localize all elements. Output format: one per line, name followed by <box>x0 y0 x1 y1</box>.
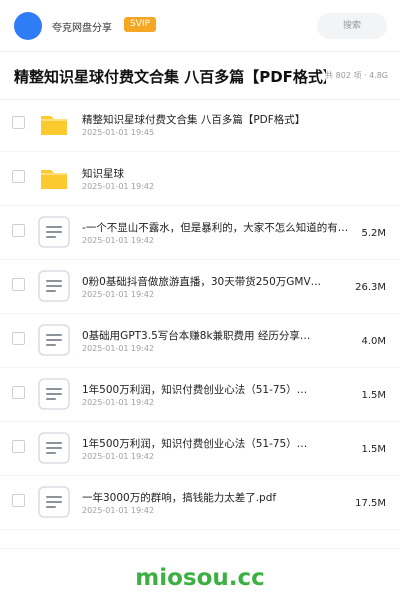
file-name[interactable]: -一个不显山不露水，但是暴利的，大家不怎么知道的有… <box>82 220 364 235</box>
file-date: 2025-01-01 19:42 <box>82 344 155 353</box>
row-checkbox[interactable] <box>12 170 25 183</box>
folder-icon <box>38 162 70 194</box>
row-checkbox[interactable] <box>12 386 25 399</box>
file-size: 1.5M <box>361 444 386 455</box>
file-row[interactable]: 0基础用GPT3.5写台本赚8k兼职费用 经历分享… 2025-01-01 19:… <box>0 314 400 368</box>
folder-icon <box>38 108 70 140</box>
file-date: 2025-01-01 19:42 <box>82 398 155 407</box>
site-name: 夸克网盘分享 <box>52 23 112 34</box>
row-checkbox[interactable] <box>12 224 25 237</box>
file-list: 精整知识星球付费文合集 八百多篇【PDF格式】 2025-01-01 19:45 知… <box>0 98 400 530</box>
folder-header: 精整知识星球付费文合集 八百多篇【PDF格式】 共 802 项 · 4.8G <box>0 52 400 100</box>
file-date: 2025-01-01 19:45 <box>82 128 155 137</box>
avatar[interactable] <box>14 12 42 40</box>
row-checkbox[interactable] <box>12 116 25 129</box>
footer: miosou.cc <box>0 548 400 600</box>
file-row[interactable]: 知识星球 2025-01-01 19:42 <box>0 152 400 206</box>
file-date: 2025-01-01 19:42 <box>82 452 155 461</box>
search-input[interactable]: 搜索 <box>317 13 387 39</box>
file-name[interactable]: 一年3000万的群响，搞钱能力太差了.pdf <box>82 490 364 505</box>
document-icon <box>38 270 70 302</box>
file-row[interactable]: 0粉0基础抖音做旅游直播，30天带货250万GMV… 2025-01-01 19:… <box>0 260 400 314</box>
file-size: 5.2M <box>361 228 386 239</box>
file-row[interactable]: -一个不显山不露水，但是暴利的，大家不怎么知道的有… 2025-01-01 19:… <box>0 206 400 260</box>
file-name[interactable]: 精整知识星球付费文合集 八百多篇【PDF格式】 <box>82 112 364 127</box>
svip-badge: SVIP <box>124 17 156 32</box>
file-date: 2025-01-01 19:42 <box>82 506 155 515</box>
file-row[interactable]: 精整知识星球付费文合集 八百多篇【PDF格式】 2025-01-01 19:45 <box>0 98 400 152</box>
file-date: 2025-01-01 19:42 <box>82 236 155 245</box>
row-checkbox[interactable] <box>12 332 25 345</box>
file-name[interactable]: 1年500万利润，知识付费创业心法（51-75）… <box>82 436 364 451</box>
folder-summary: 共 802 项 · 4.8G <box>325 71 388 80</box>
document-icon <box>38 432 70 464</box>
page-title: 精整知识星球付费文合集 八百多篇【PDF格式】 <box>14 68 326 86</box>
document-icon <box>38 216 70 248</box>
file-name[interactable]: 0基础用GPT3.5写台本赚8k兼职费用 经历分享… <box>82 328 364 343</box>
file-row[interactable]: 1年500万利润，知识付费创业心法（51-75）… 2025-01-01 19:4… <box>0 368 400 422</box>
file-size: 26.3M <box>355 282 386 293</box>
file-row[interactable]: 1年500万利润，知识付费创业心法（51-75）… 2025-01-01 19:4… <box>0 422 400 476</box>
row-checkbox[interactable] <box>12 278 25 291</box>
row-checkbox[interactable] <box>12 494 25 507</box>
file-size: 1.5M <box>361 390 386 401</box>
file-name[interactable]: 知识星球 <box>82 166 364 181</box>
file-name[interactable]: 1年500万利润，知识付费创业心法（51-75）… <box>82 382 364 397</box>
file-name[interactable]: 0粉0基础抖音做旅游直播，30天带货250万GMV… <box>82 274 364 289</box>
watermark-text: miosou.cc <box>135 565 265 591</box>
file-date: 2025-01-01 19:42 <box>82 182 155 191</box>
file-date: 2025-01-01 19:42 <box>82 290 155 299</box>
file-size: 17.5M <box>355 498 386 509</box>
file-row[interactable]: 一年3000万的群响，搞钱能力太差了.pdf 2025-01-01 19:42 17… <box>0 476 400 530</box>
file-size: 4.0M <box>361 336 386 347</box>
document-icon <box>38 486 70 518</box>
document-icon <box>38 324 70 356</box>
document-icon <box>38 378 70 410</box>
row-checkbox[interactable] <box>12 440 25 453</box>
top-bar: 夸克网盘分享 SVIP 搜索 <box>0 0 400 52</box>
